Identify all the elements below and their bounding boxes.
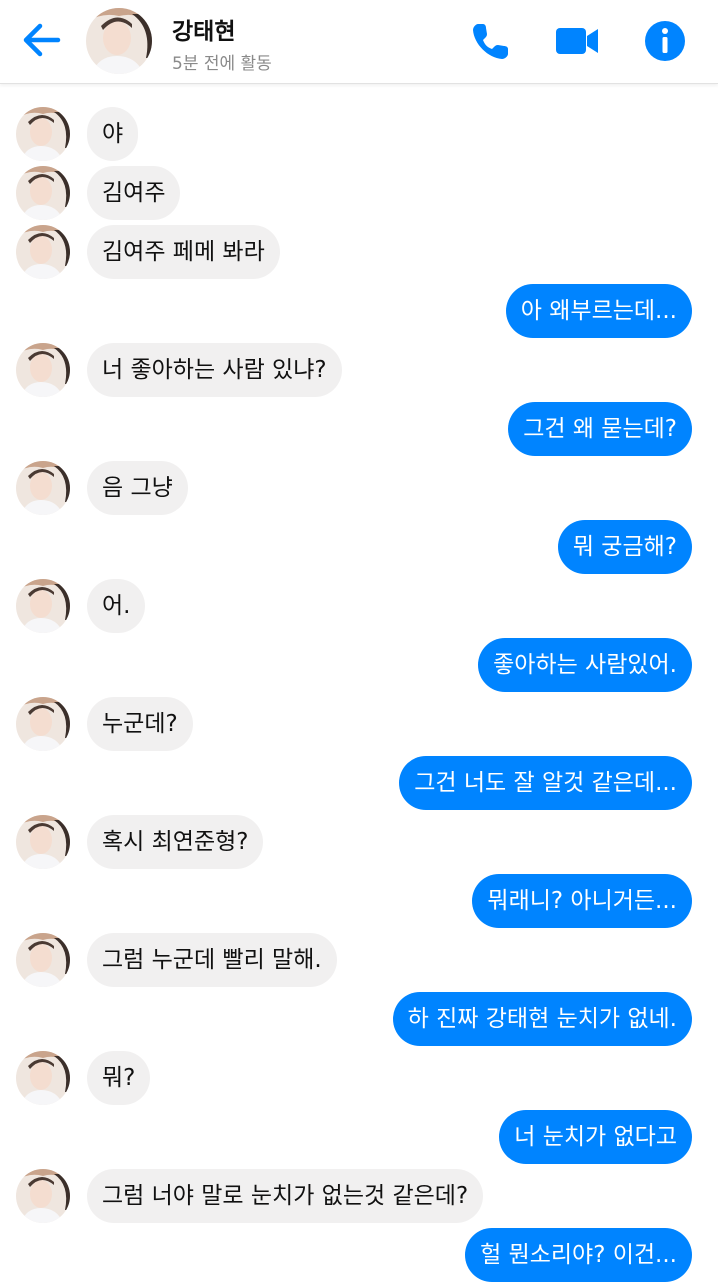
sender-avatar[interactable]: [16, 579, 70, 633]
message-bubble-outgoing[interactable]: 그건 왜 묻는데?: [508, 402, 692, 456]
message-thread[interactable]: 야 김여주 김여주 페메 봐라 아 왜부르는데... 너 좋아하는 사람 있냐?…: [0, 84, 718, 1288]
message-bubble-incoming[interactable]: 야: [87, 107, 139, 161]
sender-avatar[interactable]: [16, 107, 70, 161]
message-bubble-outgoing[interactable]: 그건 너도 잘 알것 같은데...: [399, 756, 692, 810]
message-bubble-incoming[interactable]: 어.: [87, 579, 146, 633]
message-bubble-outgoing[interactable]: 너 눈치가 없다고: [499, 1110, 692, 1164]
sender-avatar[interactable]: [16, 815, 70, 869]
sender-avatar[interactable]: [16, 933, 70, 987]
contact-avatar[interactable]: [86, 8, 152, 74]
sender-avatar[interactable]: [16, 1169, 70, 1223]
message-bubble-incoming[interactable]: 혹시 최연준형?: [87, 815, 264, 869]
message-bubble-outgoing[interactable]: 헐 뭔소리야? 이건...: [465, 1228, 692, 1282]
sender-avatar[interactable]: [16, 461, 70, 515]
message-bubble-outgoing[interactable]: 좋아하는 사람있어.: [478, 638, 692, 692]
contact-name[interactable]: 강태현: [172, 12, 235, 46]
message-bubble-incoming[interactable]: 김여주 페메 봐라: [87, 225, 280, 279]
message-bubble-incoming[interactable]: 뭐?: [87, 1051, 151, 1105]
message-bubble-incoming[interactable]: 너 좋아하는 사람 있냐?: [87, 343, 342, 397]
message-bubble-incoming[interactable]: 그럼 누군데 빨리 말해.: [87, 933, 337, 987]
back-button[interactable]: [18, 16, 66, 64]
phone-icon: [473, 24, 508, 59]
call-button[interactable]: [468, 18, 514, 64]
info-icon: [645, 21, 685, 61]
message-bubble-outgoing[interactable]: 뭐래니? 아니거든...: [472, 874, 692, 928]
info-button[interactable]: [642, 18, 688, 64]
message-bubble-outgoing[interactable]: 아 왜부르는데...: [505, 284, 692, 338]
sender-avatar[interactable]: [16, 343, 70, 397]
chat-header: 강태현 5분 전에 활동: [0, 0, 718, 84]
message-bubble-incoming[interactable]: 누군데?: [87, 697, 193, 751]
message-bubble-outgoing[interactable]: 하 진짜 강태현 눈치가 없네.: [392, 992, 692, 1046]
sender-avatar[interactable]: [16, 697, 70, 751]
video-call-button[interactable]: [554, 18, 600, 64]
video-camera-icon: [556, 28, 598, 54]
sender-avatar[interactable]: [16, 1051, 70, 1105]
message-bubble-incoming[interactable]: 김여주: [87, 166, 181, 220]
message-bubble-outgoing[interactable]: 뭐 궁금해?: [557, 520, 692, 574]
back-arrow-icon: [23, 23, 61, 57]
sender-avatar[interactable]: [16, 225, 70, 279]
sender-avatar[interactable]: [16, 166, 70, 220]
message-bubble-incoming[interactable]: 그럼 너야 말로 눈치가 없는것 같은데?: [87, 1169, 484, 1223]
message-bubble-incoming[interactable]: 음 그냥: [87, 461, 188, 515]
active-status: 5분 전에 활동: [172, 54, 272, 74]
